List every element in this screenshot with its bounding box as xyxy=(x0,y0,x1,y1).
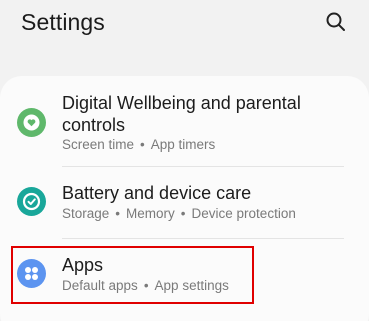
item-label: Battery and device care xyxy=(62,183,252,203)
header: Settings xyxy=(0,0,369,50)
apps-icon xyxy=(17,259,46,288)
item-label-line2: controls xyxy=(62,115,126,135)
list-item-digital-wellbeing[interactable]: Digital Wellbeing and parental controls … xyxy=(0,92,369,162)
divider xyxy=(62,166,344,167)
search-button[interactable] xyxy=(324,10,348,34)
subtitle-part: Default apps xyxy=(62,278,138,293)
device-care-icon xyxy=(17,187,46,216)
item-subtitle: Default apps • App settings xyxy=(62,278,229,294)
list-item-apps[interactable]: Apps Default apps • App settings xyxy=(0,254,369,302)
subtitle-part: Storage xyxy=(62,206,110,221)
settings-screen: Settings Digital Wellbeing and parental … xyxy=(0,0,369,321)
item-label-line1: Digital Wellbeing and parental xyxy=(62,93,301,113)
subtitle-part: Screen time xyxy=(62,137,135,152)
digital-wellbeing-icon xyxy=(17,108,46,137)
item-subtitle: Screen time • App timers xyxy=(62,137,215,153)
subtitle-part: App settings xyxy=(154,278,229,293)
settings-list: Digital Wellbeing and parental controls … xyxy=(0,76,369,321)
subtitle-part: Memory xyxy=(126,206,175,221)
item-subtitle: Storage • Memory • Device protection xyxy=(62,206,296,222)
page-title: Settings xyxy=(21,9,105,35)
item-label: Apps xyxy=(62,255,104,275)
subtitle-part: Device protection xyxy=(191,206,296,221)
separator-dot: • xyxy=(115,206,121,221)
search-icon xyxy=(326,12,345,31)
separator-dot: • xyxy=(140,137,145,152)
subtitle-part: App timers xyxy=(150,137,216,152)
separator-dot: • xyxy=(180,206,186,221)
divider xyxy=(62,238,344,239)
list-item-battery-device-care[interactable]: Battery and device care Storage • Memory • D… xyxy=(0,182,369,230)
separator-dot: • xyxy=(143,278,149,293)
